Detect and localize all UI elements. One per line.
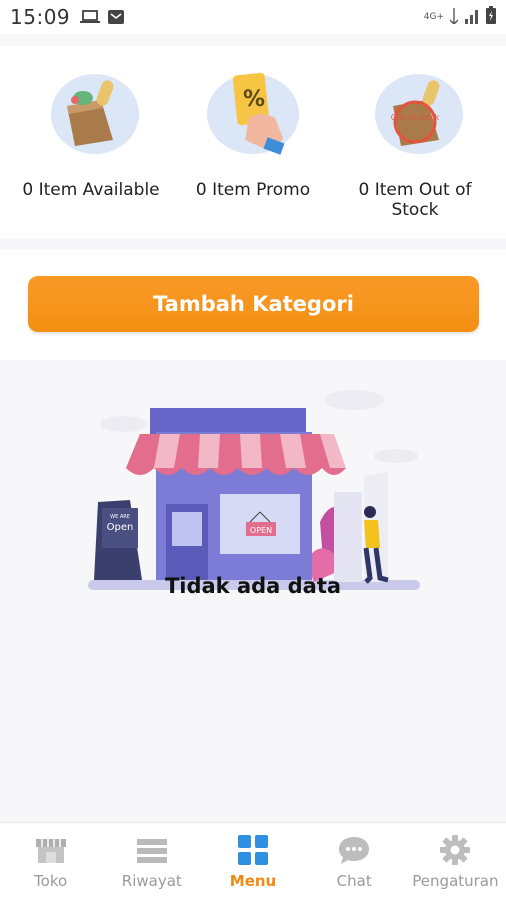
nav-label-pengaturan: Pengaturan: [412, 872, 499, 890]
nav-item-chat[interactable]: Chat: [304, 823, 405, 900]
stock-summary: 0 Item Available % 0 Item Promo Out of s…: [0, 46, 506, 238]
grocery-bag-icon: [43, 70, 139, 166]
action-area: Tambah Kategori: [0, 250, 506, 360]
history-icon: [136, 839, 167, 863]
sign-small-text: WE ARE: [110, 514, 130, 520]
awning: [126, 434, 346, 475]
promo-card-icon: %: [205, 70, 301, 166]
network-type-label: 4G+: [423, 11, 444, 22]
wifi-signal-icon: [449, 5, 459, 29]
nav-item-riwayat[interactable]: Riwayat: [101, 823, 202, 900]
cell-signal-icon: [464, 5, 480, 29]
nav-item-pengaturan[interactable]: Pengaturan: [405, 823, 506, 900]
empty-store-illustration: OPEN WE ARE Open: [88, 390, 420, 590]
stat-out-of-stock-label: 0 Item Out of Stock: [358, 180, 472, 220]
empty-message: Tidak ada data: [164, 574, 342, 598]
laptop-icon: [80, 10, 101, 24]
door-open-sign: OPEN: [250, 526, 272, 535]
nav-item-toko[interactable]: Toko: [0, 823, 101, 900]
svg-text:%: %: [243, 87, 265, 112]
stat-promo[interactable]: % 0 Item Promo: [173, 70, 333, 238]
status-bar: 15:09 4G+: [0, 0, 506, 34]
sign-open-text: Open: [107, 522, 134, 533]
empty-state: OPEN WE ARE Open Tidak ada data: [0, 362, 506, 822]
nav-label-riwayat: Riwayat: [121, 872, 182, 890]
stat-available[interactable]: 0 Item Available: [11, 70, 171, 238]
out-of-stock-icon: Out of stock: [367, 70, 463, 166]
nav-item-menu[interactable]: Menu: [202, 823, 303, 900]
notification-icon: [108, 10, 125, 24]
battery-icon: [486, 5, 496, 29]
gear-icon: [440, 835, 471, 865]
status-time: 15:09: [10, 5, 71, 29]
chat-icon: [339, 837, 370, 864]
stat-out-of-stock[interactable]: Out of stock 0 Item Out of Stock: [335, 70, 495, 238]
nav-label-toko: Toko: [34, 872, 68, 890]
nav-label-menu: Menu: [229, 872, 277, 890]
stat-promo-label: 0 Item Promo: [195, 180, 311, 200]
out-of-stock-badge-text: Out of stock: [391, 113, 440, 122]
add-category-button[interactable]: Tambah Kategori: [28, 276, 479, 332]
menu-grid-icon: [238, 835, 268, 865]
bottom-nav: Toko Riwayat Menu Chat Pengaturan: [0, 822, 506, 900]
store-icon: [35, 839, 66, 863]
nav-label-chat: Chat: [336, 872, 372, 890]
stat-available-label: 0 Item Available: [22, 180, 160, 200]
